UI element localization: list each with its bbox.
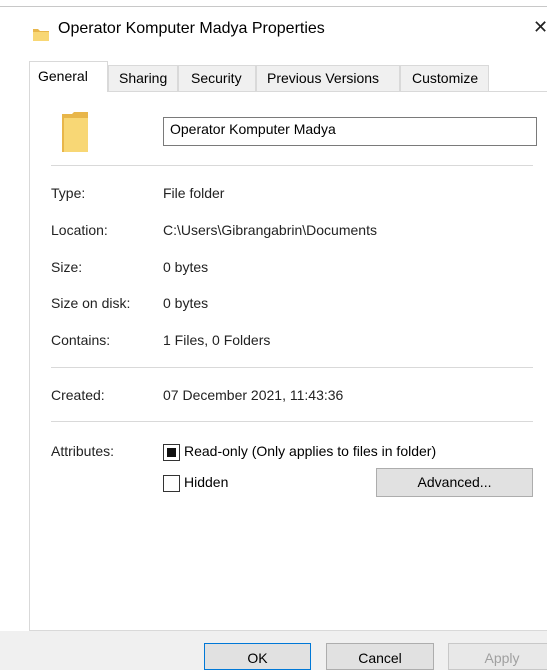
created-label: Created:	[51, 387, 105, 403]
size-value: 0 bytes	[163, 259, 209, 275]
tab-bar: General Sharing Security Previous Versio…	[29, 61, 547, 92]
folder-icon	[33, 29, 49, 41]
window-title: Operator Komputer Madya Properties	[58, 20, 325, 37]
attributes-label: Attributes:	[51, 443, 115, 459]
tab-label: Previous Versions	[267, 70, 380, 86]
contains-label: Contains:	[51, 332, 111, 348]
apply-button[interactable]: Apply	[448, 643, 547, 670]
tab-security[interactable]: Security	[178, 65, 256, 91]
tab-label: Sharing	[119, 70, 168, 86]
divider	[51, 165, 533, 166]
size-on-disk-label: Size on disk:	[51, 295, 131, 311]
tab-label: Customize	[412, 70, 479, 86]
type-label: Type:	[51, 185, 86, 201]
size-on-disk-value: 0 bytes	[163, 295, 209, 311]
general-panel	[29, 91, 547, 631]
size-label: Size:	[51, 259, 83, 275]
hidden-checkbox[interactable]	[163, 475, 180, 492]
cancel-button[interactable]: Cancel	[326, 643, 434, 670]
close-icon[interactable]: ✕	[533, 17, 547, 38]
type-value: File folder	[163, 185, 225, 201]
location-value: C:\Users\Gibrangabrin\Documents	[163, 222, 377, 238]
tab-previous-versions[interactable]: Previous Versions	[256, 65, 400, 91]
title-bar[interactable]: Operator Komputer Madya Properties ✕	[0, 7, 547, 53]
tab-label: Security	[191, 70, 242, 86]
readonly-checkbox[interactable]	[163, 444, 180, 461]
tab-general[interactable]: General	[29, 61, 108, 92]
ok-button[interactable]: OK	[204, 643, 311, 670]
readonly-label[interactable]: Read-only (Only applies to files in fold…	[184, 443, 436, 459]
location-label: Location:	[51, 222, 108, 238]
tab-sharing[interactable]: Sharing	[108, 65, 178, 91]
created-value: 07 December 2021, 11:43:36	[163, 387, 344, 403]
contains-value: 1 Files, 0 Folders	[163, 332, 271, 348]
hidden-label[interactable]: Hidden	[184, 474, 228, 490]
folder-icon	[62, 112, 88, 152]
divider	[51, 367, 533, 368]
advanced-button[interactable]: Advanced...	[376, 468, 533, 497]
folder-name-field[interactable]: Operator Komputer Madya	[163, 117, 537, 146]
indeterminate-mark	[167, 448, 176, 457]
tab-label: General	[38, 68, 88, 84]
divider	[51, 421, 533, 422]
tab-customize[interactable]: Customize	[400, 65, 489, 91]
